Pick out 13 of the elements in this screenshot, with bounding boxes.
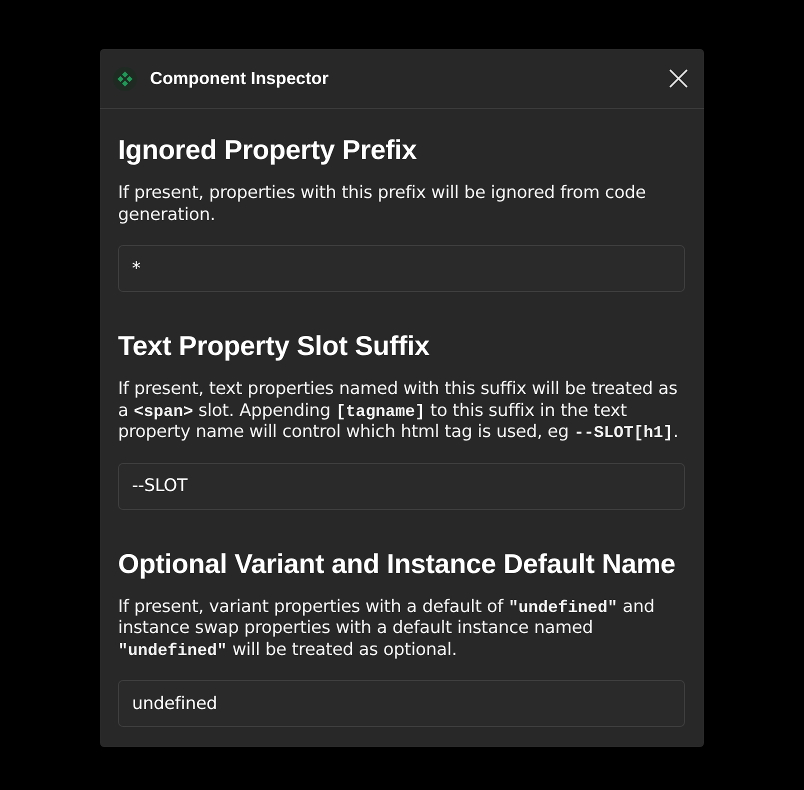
section-description: If present, variant properties with a default of "undefined" and instance swap properties with a default instance named "undefined" will be treated as optional. (118, 596, 656, 661)
section-heading: Ignored Property Prefix (118, 134, 418, 166)
section-heading: Text Property Slot Suffix (118, 330, 430, 362)
section-description: If present, text properties named with this suffix will be treated as a <span> slot. Appending [tagname] to this suffix in the text property name will control which html tag is used, eg --SLOT[h1]. (118, 379, 680, 444)
window-title: Component Inspector (150, 66, 329, 90)
close-button[interactable] (669, 69, 688, 88)
input-field[interactable]: * (118, 245, 685, 292)
input-field[interactable]: undefined (118, 680, 685, 727)
close-icon (669, 69, 688, 88)
section-description: If present, properties with this prefix will be ignored from code generation. (118, 183, 647, 226)
input-field[interactable]: --SLOT (118, 462, 685, 510)
section-heading: Optional Variant and Instance Default Name (118, 548, 676, 580)
diamonds-icon (113, 66, 137, 90)
